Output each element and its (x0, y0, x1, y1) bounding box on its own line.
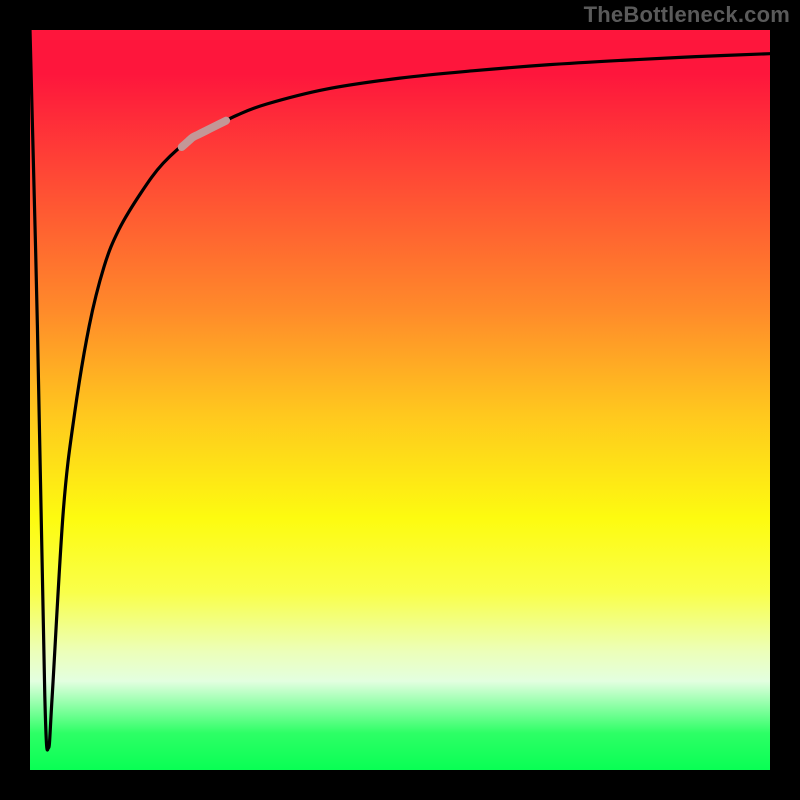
curve-path-highlight (182, 121, 226, 147)
chart-frame: TheBottleneck.com (0, 0, 800, 800)
curve-path-main (30, 30, 770, 750)
watermark-text: TheBottleneck.com (584, 2, 790, 28)
bottleneck-curve (30, 30, 770, 770)
plot-area (30, 30, 770, 770)
